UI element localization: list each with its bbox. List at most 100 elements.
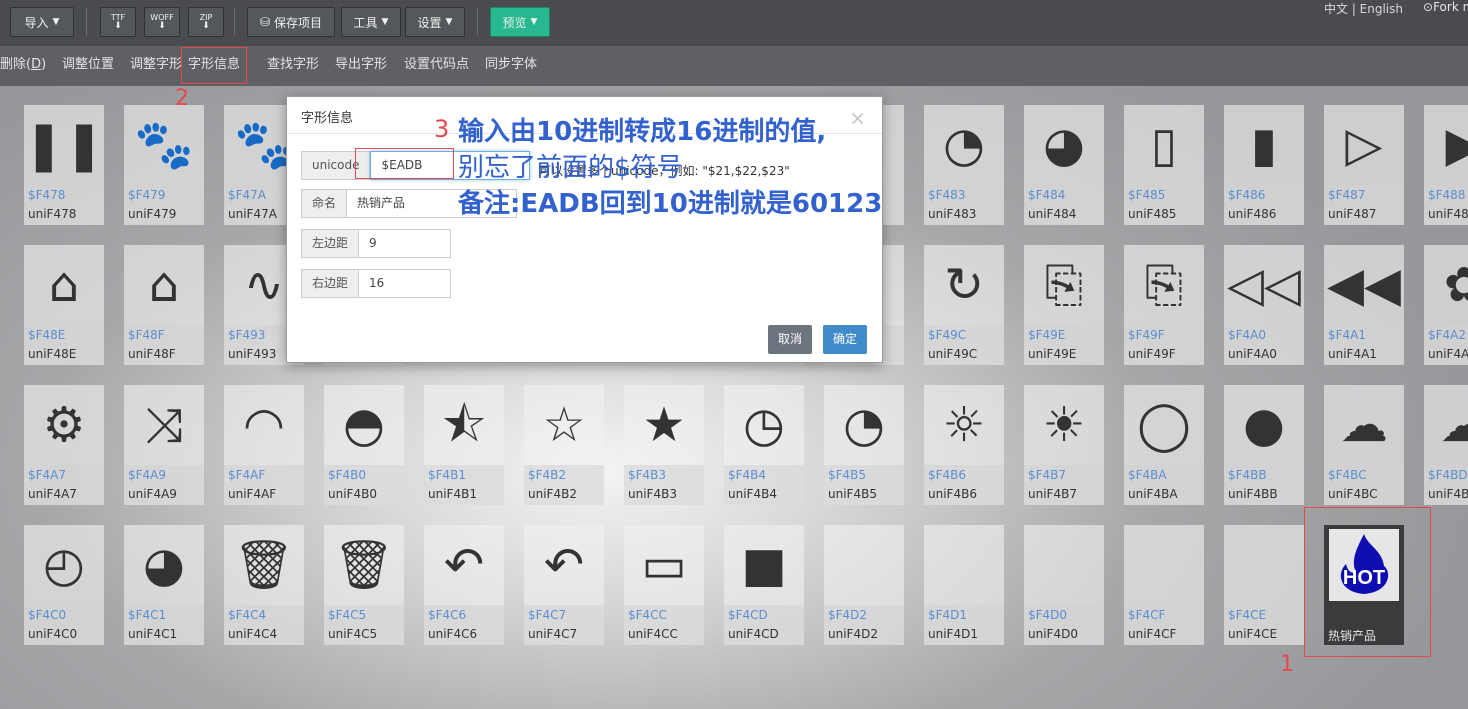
glyph-info-button[interactable]: 字形信息 bbox=[181, 47, 248, 84]
glyph-cell[interactable]: ☆ $F4B2 uniF4B2 bbox=[524, 385, 604, 505]
glyph-cell[interactable]: ⌂ $F48F uniF48F bbox=[124, 245, 204, 365]
page: 导入 ▼ TTF ⬇ WOFF ⬇ ZIP ⬇ ⛁ 保存项目 工具 ▼ 设置 ▼ 预览 ▼ 中文… bbox=[0, 0, 1468, 709]
export-ttf-button[interactable]: TTF ⬇ bbox=[100, 7, 136, 37]
glyph-cell[interactable]: ⎘ $F49E uniF49E bbox=[1024, 245, 1104, 365]
speedometer-outline-icon: ◠ bbox=[243, 397, 285, 453]
ok-button[interactable]: 确定 bbox=[823, 325, 868, 354]
close-icon[interactable]: × bbox=[849, 106, 866, 130]
export-glyph-button[interactable]: 导出字形 bbox=[335, 46, 387, 86]
glyph-cell[interactable]: ◔ $F483 uniF483 bbox=[924, 105, 1004, 225]
export-zip-button[interactable]: ZIP ⬇ bbox=[188, 7, 224, 37]
left-bearing-input[interactable]: 9 bbox=[359, 229, 452, 258]
import-button[interactable]: 导入 ▼ bbox=[10, 7, 74, 37]
glyph-cell[interactable]: ↶ $F4C6 uniF4C6 bbox=[424, 525, 504, 645]
download-icon: ⬇ bbox=[202, 21, 210, 31]
adjust-glyph-button[interactable]: 调整字形 bbox=[130, 46, 182, 86]
glyph-code: $F48E bbox=[28, 328, 66, 342]
glyph-cell[interactable]: ★ $F4B3 uniF4B3 bbox=[624, 385, 704, 505]
glyph-cell[interactable]: ✿ $F4A2 uniF4A2 bbox=[1424, 245, 1468, 365]
tools-menu-button[interactable]: 工具 ▼ bbox=[341, 7, 401, 37]
tennisball-outline-icon: ◯ bbox=[1137, 397, 1191, 453]
glyph-cell[interactable]: ◓ $F4B0 uniF4B0 bbox=[324, 385, 404, 505]
glyph-name: uniF4A7 bbox=[28, 487, 77, 501]
glyph-name: uniF4CF bbox=[1128, 627, 1177, 641]
glyph-code: $F485 bbox=[1128, 188, 1166, 202]
glyph-cell[interactable]: ● $F4BB uniF4BB bbox=[1224, 385, 1304, 505]
top-toolbar: 导入 ▼ TTF ⬇ WOFF ⬇ ZIP ⬇ ⛁ 保存项目 工具 ▼ 设置 ▼ 预览 ▼ 中文… bbox=[0, 0, 1468, 46]
glyph-cell[interactable]: 🐾 $F479 uniF479 bbox=[124, 105, 204, 225]
glyph-cell[interactable]: ⎘ $F49F uniF49F bbox=[1124, 245, 1204, 365]
glyph-cell[interactable]: ▷ $F487 uniF487 bbox=[1324, 105, 1404, 225]
glyph-cell[interactable]: ◯ $F4BA uniF4BA bbox=[1124, 385, 1204, 505]
glyph-cell[interactable]: ☁ $F4BD uniF4BD bbox=[1424, 385, 1468, 505]
glyph-cell[interactable]: ▶ $F488 uniF488 bbox=[1424, 105, 1468, 225]
glyph-name: uniF4BC bbox=[1328, 487, 1378, 501]
glyph-cell[interactable]: $F4D2 uniF4D2 bbox=[824, 525, 904, 645]
glyph-cell[interactable]: 🗑 $F4C4 uniF4C4 bbox=[224, 525, 304, 645]
adjust-position-button[interactable]: 调整位置 bbox=[62, 46, 114, 86]
right-bearing-input[interactable]: 16 bbox=[359, 269, 452, 298]
glyph-cell[interactable]: $F4CF uniF4CF bbox=[1124, 525, 1204, 645]
language-switch[interactable]: 中文 | English bbox=[1324, 0, 1403, 17]
glyph-code: $F4D0 bbox=[1028, 608, 1068, 622]
glyph-cell[interactable]: $F4CE uniF4CE bbox=[1224, 525, 1304, 645]
glyph-cell[interactable]: ☼ $F4B6 uniF4B6 bbox=[924, 385, 1004, 505]
glyph-cell[interactable]: ↶ $F4C7 uniF4C7 bbox=[524, 525, 604, 645]
settings-menu-button[interactable]: 设置 ▼ bbox=[405, 7, 465, 37]
fork-link[interactable]: ⊙Fork me bbox=[1423, 0, 1468, 14]
glyph-name: uniF49F bbox=[1128, 347, 1176, 361]
glyph-name: uniF4C6 bbox=[428, 627, 478, 641]
glyph-cell[interactable]: ◔ $F4B5 uniF4B5 bbox=[824, 385, 904, 505]
preview-menu-button[interactable]: 预览 ▼ bbox=[490, 7, 550, 37]
save-label: 保存项目 bbox=[274, 15, 323, 30]
undo-outline-icon: ↶ bbox=[443, 537, 485, 593]
glyph-cell[interactable]: $F4D0 uniF4D0 bbox=[1024, 525, 1104, 645]
delete-button[interactable]: 删除(D) bbox=[0, 46, 46, 86]
glyph-code: $F4A0 bbox=[1228, 328, 1267, 342]
glyph-code: $F4B1 bbox=[428, 468, 467, 482]
glyph-cell[interactable]: ◠ $F4AF uniF4AF bbox=[224, 385, 304, 505]
glyph-name: uniF485 bbox=[1128, 207, 1177, 221]
glyph-cell[interactable]: ⤨ $F4A9 uniF4A9 bbox=[124, 385, 204, 505]
cancel-button[interactable]: 取消 bbox=[768, 325, 813, 354]
right-bearing-field-group: 右边距 16 bbox=[301, 269, 452, 298]
glyph-name: uniF483 bbox=[928, 207, 977, 221]
glyph-cell[interactable]: ◕ $F4C1 uniF4C1 bbox=[124, 525, 204, 645]
glyph-cell[interactable]: ❚❚ $F478 uniF478 bbox=[24, 105, 104, 225]
glyph-cell[interactable]: ◁◁ $F4A0 uniF4A0 bbox=[1224, 245, 1304, 365]
glyph-cell[interactable]: ↻ $F49C uniF49C bbox=[924, 245, 1004, 365]
sync-font-button[interactable]: 同步字体 bbox=[485, 46, 537, 86]
glyph-code: $F4B3 bbox=[628, 468, 667, 482]
glyph-cell[interactable]: ◕ $F484 uniF484 bbox=[1024, 105, 1104, 225]
glyph-cell[interactable]: ▮ $F486 uniF486 bbox=[1224, 105, 1304, 225]
rewind-icon: ◀◀ bbox=[1327, 257, 1401, 313]
annotation-line-2: 别忘了前面的$符号 bbox=[458, 153, 683, 183]
glyph-cell[interactable]: ⯪ $F4B1 uniF4B1 bbox=[424, 385, 504, 505]
glyph-cell[interactable]: ■ $F4CD uniF4CD bbox=[724, 525, 804, 645]
glyph-cell[interactable]: ⌂ $F48E uniF48E bbox=[24, 245, 104, 365]
glyph-cell[interactable]: ▭ $F4CC uniF4CC bbox=[624, 525, 704, 645]
glyph-name: uniF4CD bbox=[728, 627, 779, 641]
glyph-cell[interactable]: ◷ $F4B4 uniF4B4 bbox=[724, 385, 804, 505]
glyph-code: $F4B2 bbox=[528, 468, 567, 482]
marker-1: 1 bbox=[1280, 652, 1294, 677]
glyph-cell[interactable]: ☀ $F4B7 uniF4B7 bbox=[1024, 385, 1104, 505]
set-codepoint-button[interactable]: 设置代码点 bbox=[404, 46, 469, 86]
glyph-code: $F48F bbox=[128, 328, 165, 342]
export-woff-button[interactable]: WOFF ⬇ bbox=[144, 7, 180, 37]
find-glyph-button[interactable]: 查找字形 bbox=[267, 46, 319, 86]
divider bbox=[86, 8, 87, 36]
tennisball-icon: ● bbox=[1243, 397, 1285, 453]
glyph-name: uniF4A9 bbox=[128, 487, 177, 501]
glyph-cell[interactable]: 🗑 $F4C5 uniF4C5 bbox=[324, 525, 404, 645]
glyph-cell[interactable]: ☁ $F4BC uniF4BC bbox=[1324, 385, 1404, 505]
glyph-cell[interactable]: ◴ $F4C0 uniF4C0 bbox=[24, 525, 104, 645]
glyph-code: $F4A2 bbox=[1428, 328, 1467, 342]
glyph-cell[interactable]: ◀◀ $F4A1 uniF4A1 bbox=[1324, 245, 1404, 365]
glyph-cell[interactable]: ⚙ $F4A7 uniF4A7 bbox=[24, 385, 104, 505]
left-bearing-label: 左边距 bbox=[301, 229, 360, 258]
glyph-cell[interactable]: $F4D1 uniF4D1 bbox=[924, 525, 1004, 645]
save-project-button[interactable]: ⛁ 保存项目 bbox=[247, 7, 335, 37]
glyph-cell[interactable]: ▯ $F485 uniF485 bbox=[1124, 105, 1204, 225]
github-icon: ⊙ bbox=[1423, 0, 1434, 14]
